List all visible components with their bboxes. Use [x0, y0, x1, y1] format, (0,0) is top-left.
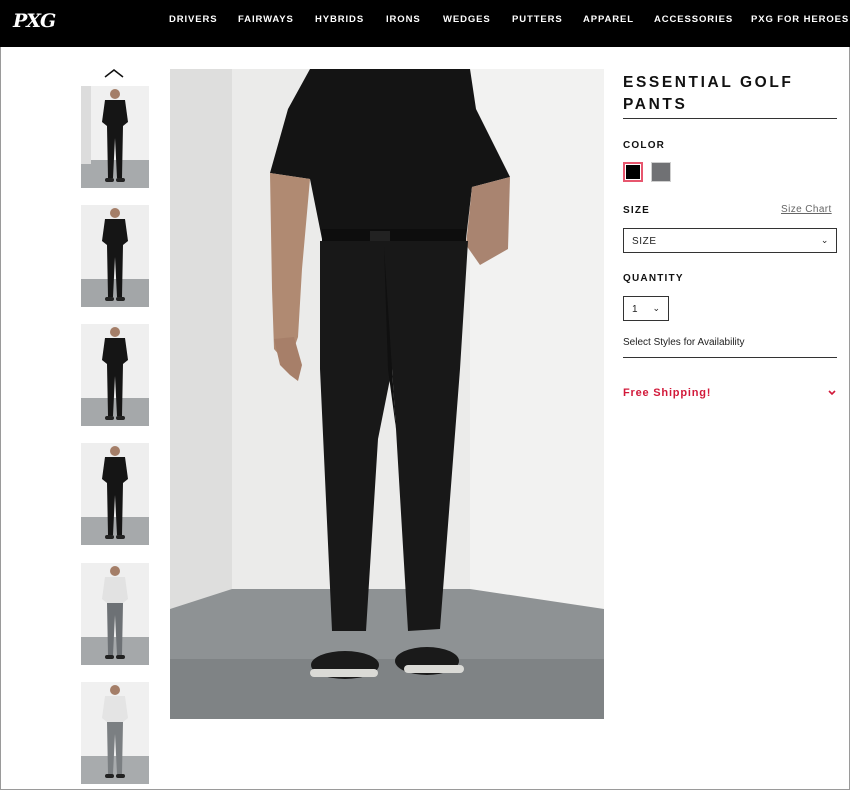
availability-divider — [623, 357, 837, 358]
size-select-value: SIZE — [632, 236, 657, 247]
thumbnail-1[interactable] — [81, 86, 149, 188]
nav-item-hybrids[interactable]: HYBRIDS — [315, 13, 364, 27]
thumbnail-3[interactable] — [81, 324, 149, 426]
size-label: SIZE — [623, 205, 651, 216]
main-product-image[interactable] — [170, 69, 604, 719]
main-nav: DRIVERS FAIRWAYS HYBRIDS IRONS WEDGES PU… — [0, 13, 850, 27]
quantity-select[interactable]: 1 ⌄ — [623, 296, 669, 321]
size-select[interactable]: SIZE ⌄ — [623, 228, 837, 253]
product-photo — [170, 69, 604, 719]
nav-item-wedges[interactable]: WEDGES — [443, 13, 491, 27]
free-shipping-toggle[interactable]: Free Shipping! — [623, 387, 711, 400]
chevron-down-icon: ⌄ — [652, 303, 660, 313]
size-chart-link[interactable]: Size Chart — [781, 204, 832, 216]
quantity-label: QUANTITY — [623, 273, 684, 284]
thumbnail-scroll-up-icon[interactable] — [103, 66, 125, 78]
thumbnail-5[interactable] — [81, 563, 149, 665]
chevron-down-icon: ⌄ — [820, 235, 829, 245]
nav-item-pxg-for-heroes[interactable]: PXG FOR HEROES — [751, 13, 849, 27]
color-label: COLOR — [623, 140, 666, 151]
title-divider — [623, 118, 837, 119]
product-title: ESSENTIAL GOLF PANTS — [623, 74, 794, 113]
nav-item-fairways[interactable]: FAIRWAYS — [238, 13, 294, 27]
chevron-down-icon[interactable] — [827, 385, 837, 396]
nav-item-irons[interactable]: IRONS — [386, 13, 421, 27]
nav-item-putters[interactable]: PUTTERS — [512, 13, 563, 27]
color-swatch-gray[interactable] — [651, 162, 671, 182]
availability-text: Select Styles for Availability — [623, 337, 745, 348]
thumbnail-4[interactable] — [81, 443, 149, 545]
top-nav-bar: PXG DRIVERS FAIRWAYS HYBRIDS IRONS WEDGE… — [0, 0, 850, 47]
nav-item-accessories[interactable]: ACCESSORIES — [654, 13, 733, 27]
thumbnail-2[interactable] — [81, 205, 149, 307]
nav-item-drivers[interactable]: DRIVERS — [169, 13, 218, 27]
color-swatch-black[interactable] — [623, 162, 643, 182]
quantity-value: 1 — [632, 304, 638, 315]
thumbnail-6[interactable] — [81, 682, 149, 784]
nav-item-apparel[interactable]: APPAREL — [583, 13, 634, 27]
